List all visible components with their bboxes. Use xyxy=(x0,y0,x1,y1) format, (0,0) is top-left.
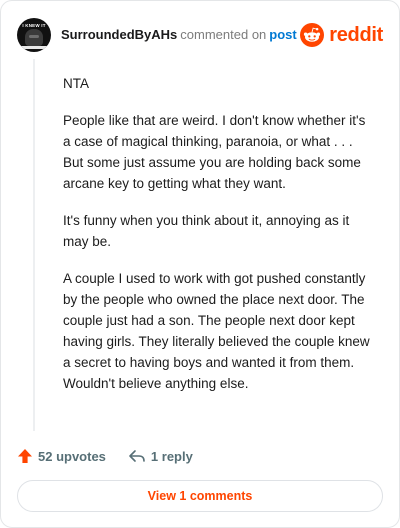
reply-count: 1 reply xyxy=(150,448,193,464)
avatar-caption: I KNEW IT xyxy=(22,23,46,28)
comment-paragraph: A couple I used to work with got pushed … xyxy=(63,271,370,391)
avatar-figure xyxy=(25,29,43,46)
upvotes-count: 52 upvotes xyxy=(38,448,106,464)
comment-paragraph: It's funny when you think about it, anno… xyxy=(63,213,350,249)
action-text: commented on xyxy=(180,27,267,42)
reply-arrow-icon xyxy=(129,450,145,462)
thread-line xyxy=(33,59,35,431)
reddit-snoo-icon xyxy=(300,23,325,47)
upvote-arrow-icon xyxy=(18,449,32,463)
comment-paragraph: People like that are weird. I don't know… xyxy=(63,113,366,191)
reddit-wordmark: reddit xyxy=(329,24,383,46)
comment-paragraph: NTA xyxy=(63,76,89,91)
comment-meta: SurroundedByAHs commented on post xyxy=(61,27,297,43)
reply-button[interactable]: 1 reply xyxy=(128,448,193,464)
comment-actions: 52 upvotes 1 reply xyxy=(17,446,193,466)
view-comments-button[interactable]: View 1 comments xyxy=(17,480,383,512)
post-link[interactable]: post xyxy=(269,27,296,42)
comment-card: I KNEW IT SurroundedByAHs commented on pos… xyxy=(0,0,400,528)
reddit-logo[interactable]: reddit xyxy=(300,23,383,47)
comment-body: NTA People like that are weird. I don't … xyxy=(63,73,375,410)
avatar[interactable]: I KNEW IT xyxy=(17,18,51,52)
username-link[interactable]: SurroundedByAHs xyxy=(61,27,177,42)
comment-header: I KNEW IT SurroundedByAHs commented on pos… xyxy=(17,17,383,53)
avatar-banner xyxy=(21,46,47,49)
upvote-button[interactable]: 52 upvotes xyxy=(17,448,106,464)
